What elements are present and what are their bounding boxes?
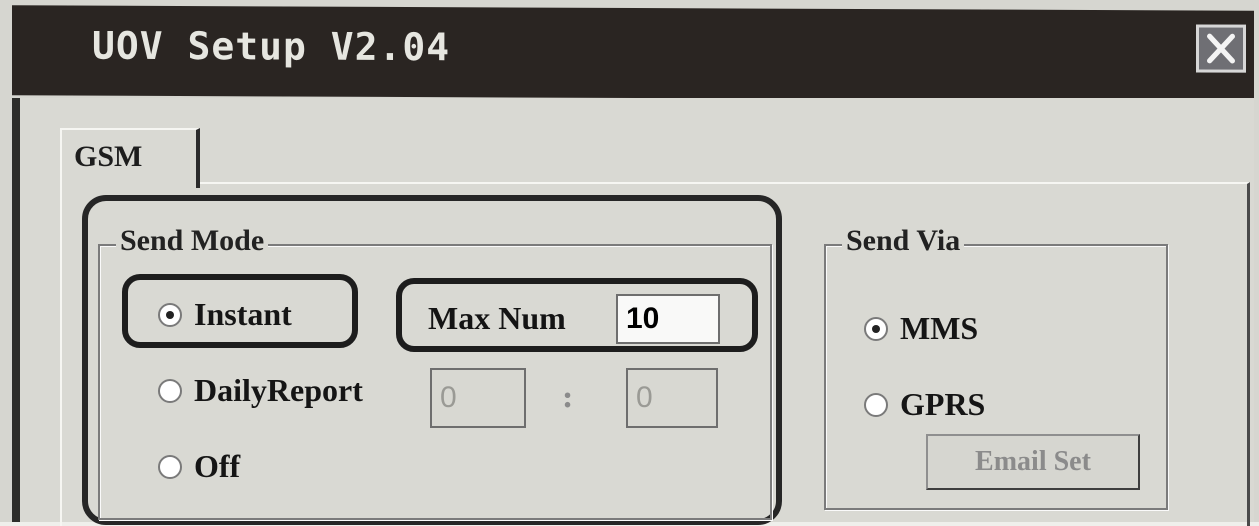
radio-off[interactable]: Off: [158, 448, 240, 485]
tab-gsm[interactable]: GSM: [60, 128, 200, 188]
radio-off-label: Off: [194, 448, 241, 484]
radio-gprs-button[interactable]: [864, 392, 888, 417]
radio-mms-button[interactable]: [864, 316, 888, 341]
title-bar: UOV Setup V2.04: [12, 5, 1254, 101]
radio-instant[interactable]: Instant: [158, 296, 292, 333]
radio-instant-button[interactable]: [158, 302, 182, 327]
radio-dailyreport-button[interactable]: [158, 378, 182, 403]
window-title: UOV Setup V2.04: [92, 23, 451, 70]
client-area: GSM Send Mode Instant Max Num 10 DailyRe…: [12, 98, 1254, 526]
tab-gsm-label: GSM: [74, 140, 143, 173]
radio-gprs-label: GPRS: [900, 386, 986, 422]
close-icon: [1199, 27, 1243, 69]
radio-dailyreport[interactable]: DailyReport: [158, 372, 363, 409]
email-set-button[interactable]: Email Set: [926, 434, 1140, 490]
daily-hour-field[interactable]: 0: [430, 368, 526, 428]
time-separator: :: [562, 380, 574, 415]
max-num-label: Max Num: [428, 300, 566, 336]
send-via-title: Send Via: [842, 224, 965, 258]
radio-dailyreport-label: DailyReport: [194, 372, 363, 408]
close-button[interactable]: [1196, 24, 1246, 73]
daily-minute-field[interactable]: 0: [626, 368, 718, 428]
radio-instant-label: Instant: [194, 296, 292, 332]
setup-window: UOV Setup V2.04 GSM Send Mode Instant Ma…: [0, 0, 1259, 526]
send-mode-title: Send Mode: [116, 224, 269, 258]
radio-mms[interactable]: MMS: [864, 310, 978, 347]
radio-off-button[interactable]: [158, 454, 182, 479]
max-num-field[interactable]: 10: [616, 294, 720, 344]
radio-gprs[interactable]: GPRS: [864, 386, 985, 423]
window-frame-left: [12, 98, 20, 522]
radio-mms-label: MMS: [900, 310, 979, 346]
